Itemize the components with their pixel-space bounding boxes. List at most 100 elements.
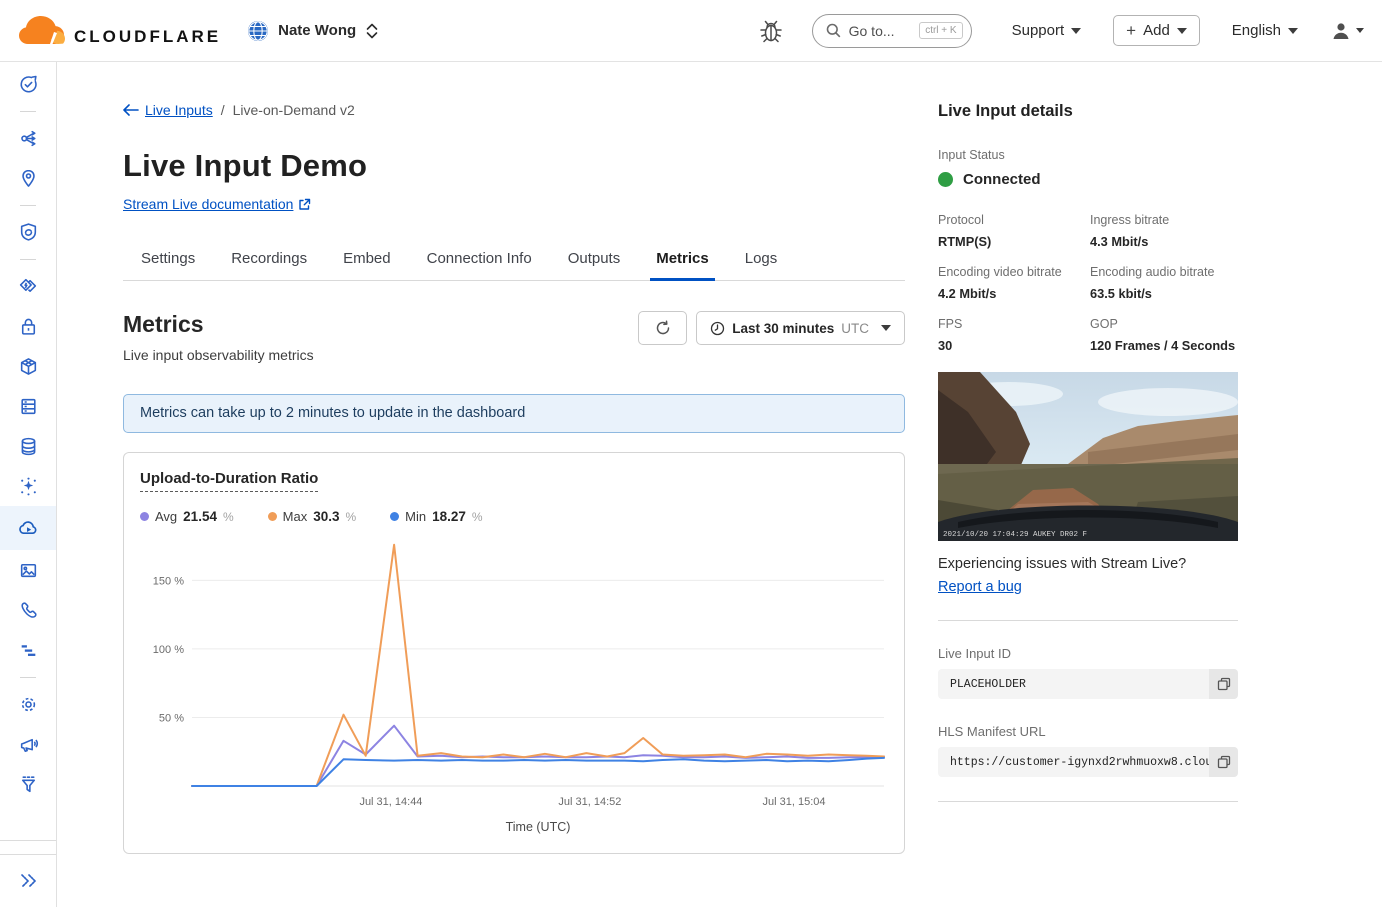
copy-hls-url-button[interactable] [1209,747,1238,777]
stream-docs-link[interactable]: Stream Live documentation [123,196,311,212]
location-pin-icon [18,168,39,189]
hls-manifest-url-field: https://customer-igynxd2rwhmuoxw8.cloudf [938,747,1238,777]
globe-icon [247,20,269,42]
svg-text:Jul 31, 14:44: Jul 31, 14:44 [359,796,422,808]
metrics-heading: Metrics [123,311,314,338]
sidebar-divider [0,252,56,266]
svg-text:Time (UTC): Time (UTC) [506,820,571,834]
legend-item-min[interactable]: Min 18.27 % [390,509,482,524]
language-menu[interactable]: English [1232,22,1298,39]
tab-connection-info[interactable]: Connection Info [427,242,532,280]
live-input-id-label: Live Input ID [938,646,1238,661]
sidebar-item-cube[interactable] [0,346,56,386]
sidebar-item-lock[interactable] [0,306,56,346]
tab-embed[interactable]: Embed [343,242,391,280]
legend-dot-max [268,512,277,521]
search-shortcut-kbd: ctrl + K [919,22,962,39]
copy-icon [1217,677,1231,691]
database-icon [18,436,39,457]
account-selector[interactable]: Nate Wong [247,20,379,42]
copy-icon [1217,755,1231,769]
live-preview-thumbnail[interactable]: 2021/10/20 17:04:29 AUKEY DR02 F [938,372,1238,541]
tab-logs[interactable]: Logs [745,242,778,280]
live-input-id-value[interactable]: PLACEHOLDER [938,669,1209,699]
tab-outputs[interactable]: Outputs [568,242,621,280]
tab-metrics[interactable]: Metrics [656,242,709,280]
cloudflare-logo[interactable]: CLOUDFLARE [14,14,221,48]
time-range-dropdown[interactable]: Last 30 minutes UTC [696,311,905,345]
sidebar-item-server-stack[interactable] [0,386,56,426]
breadcrumb-back-link[interactable]: Live Inputs [123,102,213,118]
status-value: Connected [963,171,1041,188]
refresh-button[interactable] [638,311,687,345]
field-ingress-bitrate: Ingress bitrate4.3 Mbit/s [1090,213,1238,249]
phone-icon [18,600,39,621]
feedback-bug-icon[interactable] [758,17,784,45]
divider [938,801,1238,802]
sidebar-bottom [0,840,56,907]
sidebar-item-announcements[interactable] [0,724,56,764]
global-search[interactable]: Go to... ctrl + K [812,14,972,48]
sidebar-item-queues[interactable] [0,630,56,670]
sidebar-item-timer-check[interactable] [0,64,56,104]
legend-item-avg[interactable]: Avg 21.54 % [140,509,234,524]
tab-settings[interactable]: Settings [141,242,195,280]
sidebar-item-waf-layers[interactable] [0,266,56,306]
sidebar-expand-button[interactable] [0,855,56,907]
legend-dot-avg [140,512,149,521]
report-bug-link[interactable]: Report a bug [938,579,1022,595]
sidebar-item-images[interactable] [0,550,56,590]
svg-text:150 %: 150 % [153,575,184,587]
sidebar-item-funnel[interactable] [0,764,56,804]
details-fields: ProtocolRTMP(S) Ingress bitrate4.3 Mbit/… [938,213,1238,353]
user-menu[interactable] [1330,20,1364,42]
upload-duration-chart: 50 %100 %150 %Jul 31, 14:44Jul 31, 14:52… [140,536,888,838]
breadcrumb-separator: / [221,102,225,118]
images-icon [18,560,39,581]
gear-icon [18,694,39,715]
live-input-details-panel: Live Input details Input Status Connecte… [938,102,1238,907]
lock-icon [18,316,39,337]
copy-live-input-id-button[interactable] [1209,669,1238,699]
load-balancer-icon [18,128,39,149]
svg-text:Jul 31, 14:52: Jul 31, 14:52 [558,796,621,808]
search-icon [826,23,841,38]
sidebar-item-database[interactable] [0,426,56,466]
chart-title[interactable]: Upload-to-Duration Ratio [140,470,318,492]
hls-manifest-url-label: HLS Manifest URL [938,724,1238,739]
megaphone-icon [18,734,39,755]
sidebar-item-load-balancer[interactable] [0,118,56,158]
sidebar-item-ai-sparkles[interactable] [0,466,56,506]
waf-layers-icon [18,276,39,297]
chevron-down-icon [1356,28,1364,33]
metrics-subheading: Live input observability metrics [123,347,314,363]
sidebar-item-calls[interactable] [0,590,56,630]
arrow-left-icon [123,104,139,116]
breadcrumb: Live Inputs / Live-on-Demand v2 [123,102,905,118]
field-encoding-video-bitrate: Encoding video bitrate4.2 Mbit/s [938,265,1090,301]
details-heading: Live Input details [938,102,1238,121]
add-button[interactable]: + Add [1113,15,1200,46]
field-gop: GOP120 Frames / 4 Seconds [1090,317,1238,353]
sidebar-item-location-pin[interactable] [0,158,56,198]
support-menu[interactable]: Support [1012,22,1082,39]
tab-bar: Settings Recordings Embed Connection Inf… [123,242,905,281]
shield-sync-icon [18,222,39,243]
svg-text:100 %: 100 % [153,644,184,656]
svg-text:Jul 31, 15:04: Jul 31, 15:04 [763,796,826,808]
legend-dot-min [390,512,399,521]
sidebar-item-settings[interactable] [0,684,56,724]
left-sidebar [0,62,57,907]
time-range-label: Last 30 minutes [732,321,834,336]
legend-item-max[interactable]: Max 30.3 % [268,509,357,524]
sidebar-item-shield-sync[interactable] [0,212,56,252]
user-icon [1330,20,1352,42]
ai-sparkles-icon [18,476,39,497]
upload-duration-card: Upload-to-Duration Ratio Avg 21.54 % Max… [123,452,905,854]
sidebar-item-stream[interactable] [0,506,56,550]
chart-legend: Avg 21.54 % Max 30.3 % Min 18.27 % [140,509,888,524]
video-timestamp: 2021/10/20 17:04:29 AUKEY DR02 F [943,531,1087,539]
hls-manifest-url-value[interactable]: https://customer-igynxd2rwhmuoxw8.cloudf [938,747,1209,777]
tab-recordings[interactable]: Recordings [231,242,307,280]
field-protocol: ProtocolRTMP(S) [938,213,1090,249]
